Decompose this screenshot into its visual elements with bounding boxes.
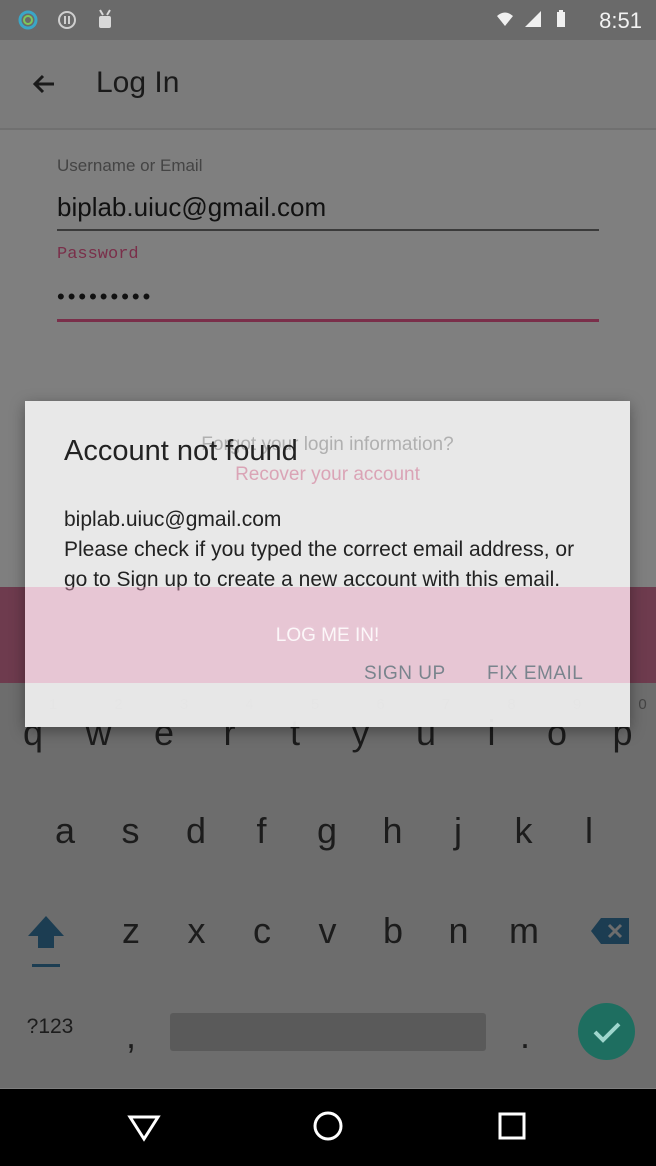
key-b[interactable]: b: [368, 910, 418, 952]
android-icon: [99, 9, 111, 28]
system-icons: [496, 10, 570, 28]
dialog-email: biplab.uiuc@gmail.com: [64, 508, 282, 531]
password-label: Password: [57, 245, 139, 264]
key-f[interactable]: f: [237, 810, 287, 852]
dialog-title: Account not found: [64, 435, 298, 467]
comma-key[interactable]: ,: [106, 1015, 156, 1057]
app-bar: Log In: [0, 40, 656, 130]
space-key[interactable]: [170, 1013, 486, 1051]
key-a[interactable]: a: [40, 810, 90, 852]
backspace-icon[interactable]: [589, 916, 631, 946]
key-l[interactable]: l: [564, 810, 614, 852]
page-title: Log In: [96, 66, 180, 99]
symbols-key[interactable]: ?123: [22, 1015, 78, 1039]
check-icon: [593, 1022, 621, 1043]
period-key[interactable]: .: [500, 1015, 550, 1057]
key-z[interactable]: z: [106, 910, 156, 952]
password-underline: [57, 319, 599, 322]
enter-key[interactable]: [578, 1003, 635, 1060]
navigation-bar: [0, 1089, 656, 1166]
username-underline: [57, 229, 599, 231]
info-icon: [58, 11, 76, 29]
username-label: Username or Email: [57, 156, 203, 175]
key-h[interactable]: h: [368, 810, 418, 852]
battery-icon: [557, 10, 565, 27]
status-bar: 8:51: [0, 0, 656, 40]
ghost-login-label: LOG ME IN!: [275, 625, 380, 646]
key-s[interactable]: s: [106, 810, 156, 852]
key-k[interactable]: k: [499, 810, 549, 852]
nav-recents-icon[interactable]: [497, 1111, 527, 1141]
username-input[interactable]: biplab.uiuc@gmail.com: [57, 192, 326, 223]
key-d[interactable]: d: [171, 810, 221, 852]
key-x[interactable]: x: [172, 910, 222, 952]
key-m[interactable]: m: [499, 910, 549, 952]
wifi-icon: [497, 12, 513, 26]
status-time: 8:51: [599, 8, 642, 33]
login-band-overlay: LOG ME IN!: [25, 587, 630, 683]
app-ring-icon: [18, 10, 38, 30]
key-n[interactable]: n: [434, 910, 484, 952]
number-hint-0: 0: [638, 696, 647, 713]
nav-back-icon[interactable]: [126, 1107, 162, 1143]
key-j[interactable]: j: [433, 810, 483, 852]
back-arrow-icon[interactable]: [28, 68, 60, 100]
dialog-message: biplab.uiuc@gmail.com Please check if yo…: [64, 505, 584, 595]
key-v[interactable]: v: [303, 910, 353, 952]
nav-home-icon[interactable]: [311, 1109, 345, 1143]
shift-icon[interactable]: [24, 912, 68, 970]
password-input[interactable]: •••••••••: [57, 284, 153, 310]
key-g[interactable]: g: [302, 810, 352, 852]
key-c[interactable]: c: [237, 910, 287, 952]
signal-icon: [525, 11, 541, 27]
dialog-body: Please check if you typed the correct em…: [64, 538, 575, 591]
